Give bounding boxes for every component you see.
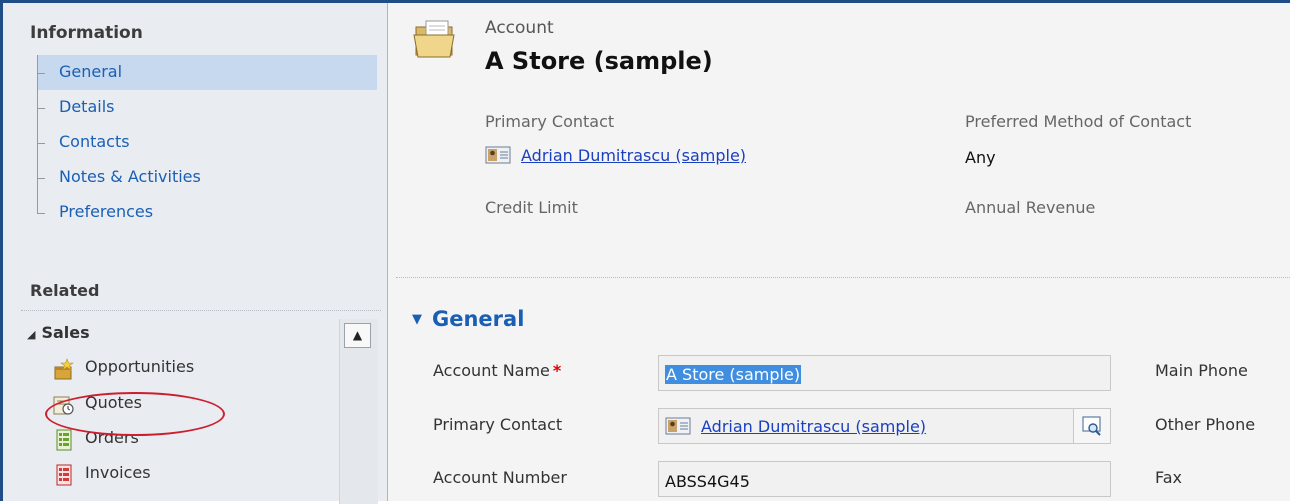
lookup-button[interactable] (1073, 409, 1110, 443)
related-item-quotes[interactable]: Quotes (53, 391, 333, 421)
header-primary-contact-label: Primary Contact (485, 112, 615, 131)
tree-tick (37, 108, 45, 109)
quotes-icon (53, 396, 74, 415)
related-item-label: Orders (85, 428, 139, 447)
nav-item-notes-activities[interactable]: Notes & Activities (37, 160, 377, 195)
opportunities-icon (54, 358, 74, 380)
related-item-invoices[interactable]: Invoices (53, 461, 333, 491)
record-title: A Store (sample) (485, 47, 713, 75)
form-main-area: Account A Store (sample) Primary Contact… (388, 3, 1290, 501)
invoices-icon (56, 464, 72, 486)
entity-type-label: Account (485, 18, 554, 38)
related-heading: Related (30, 281, 100, 300)
fax-label: Fax (1155, 468, 1183, 487)
triangle-up-icon: ▲ (352, 328, 363, 342)
field-value: Adrian Dumitrascu (sample) (665, 417, 926, 436)
other-phone-label: Other Phone (1155, 415, 1256, 434)
account-name-label: Account Name * (433, 361, 561, 380)
information-tree: General Details Contacts Notes & Activit… (37, 55, 377, 230)
contact-card-icon (665, 417, 691, 435)
header-primary-contact-link[interactable]: Adrian Dumitrascu (sample) (521, 146, 746, 165)
nav-item-general[interactable]: General (37, 55, 377, 90)
header-preferred-method-label: Preferred Method of Contact (965, 112, 1192, 131)
related-item-orders[interactable]: Orders (53, 426, 333, 456)
form-navigation-pane: Information General Details Contacts Not… (3, 3, 388, 504)
nav-item-contacts[interactable]: Contacts (37, 125, 377, 160)
account-name-field[interactable]: A Store (sample) (658, 355, 1111, 391)
primary-contact-label: Primary Contact (433, 415, 563, 434)
field-label-text: Account Name (433, 361, 550, 380)
nav-divider (21, 310, 381, 311)
sales-group-label: Sales (41, 323, 90, 342)
header-preferred-method-value: Any (965, 148, 996, 167)
tree-tick (37, 143, 45, 144)
information-heading: Information (30, 23, 143, 43)
account-number-field[interactable]: ABSS4G45 (658, 461, 1111, 497)
header-credit-limit-label: Credit Limit (485, 198, 578, 217)
account-number-label: Account Number (433, 468, 567, 487)
related-item-opportunities[interactable]: Opportunities (53, 355, 333, 385)
selected-field-text: A Store (sample) (665, 365, 802, 384)
orders-icon (56, 429, 72, 451)
section-title: General (432, 307, 525, 331)
primary-contact-link[interactable]: Adrian Dumitrascu (sample) (701, 417, 926, 436)
tree-tick (37, 178, 45, 179)
tree-tick (37, 213, 45, 214)
header-annual-revenue-label: Annual Revenue (965, 198, 1096, 217)
nav-item-details[interactable]: Details (37, 90, 377, 125)
nav-item-label: Contacts (59, 132, 130, 151)
related-item-label: Opportunities (85, 357, 195, 376)
related-item-label: Quotes (85, 393, 142, 412)
nav-item-preferences[interactable]: Preferences (37, 195, 377, 230)
required-asterisk: * (552, 361, 562, 380)
header-divider (396, 277, 1290, 278)
tree-tick (37, 73, 45, 74)
main-phone-label: Main Phone (1155, 361, 1248, 380)
collapse-triangle-icon: ◢ (27, 328, 36, 341)
nav-item-label: Notes & Activities (59, 167, 201, 186)
sales-group-toggle[interactable]: ◢ Sales (27, 323, 90, 342)
nav-item-label: Details (59, 97, 115, 116)
field-value: ABSS4G45 (665, 472, 750, 491)
primary-contact-lookup[interactable]: Adrian Dumitrascu (sample) (658, 408, 1111, 444)
nav-item-label: Preferences (59, 202, 154, 221)
field-value: A Store (sample) (665, 365, 802, 384)
related-item-label: Invoices (85, 463, 151, 482)
general-section-header[interactable]: ▼ General (412, 307, 524, 331)
collapse-arrow-icon: ▼ (412, 312, 422, 327)
account-folder-icon (413, 20, 455, 58)
nav-item-label: General (59, 62, 123, 81)
lookup-magnifier-icon (1082, 416, 1101, 436)
header-primary-contact: Adrian Dumitrascu (sample) (485, 146, 746, 165)
tree-line (37, 195, 38, 213)
scroll-up-button[interactable]: ▲ (344, 323, 371, 348)
contact-card-icon (485, 146, 511, 164)
sales-scrollbar[interactable]: ▲ (339, 319, 378, 504)
